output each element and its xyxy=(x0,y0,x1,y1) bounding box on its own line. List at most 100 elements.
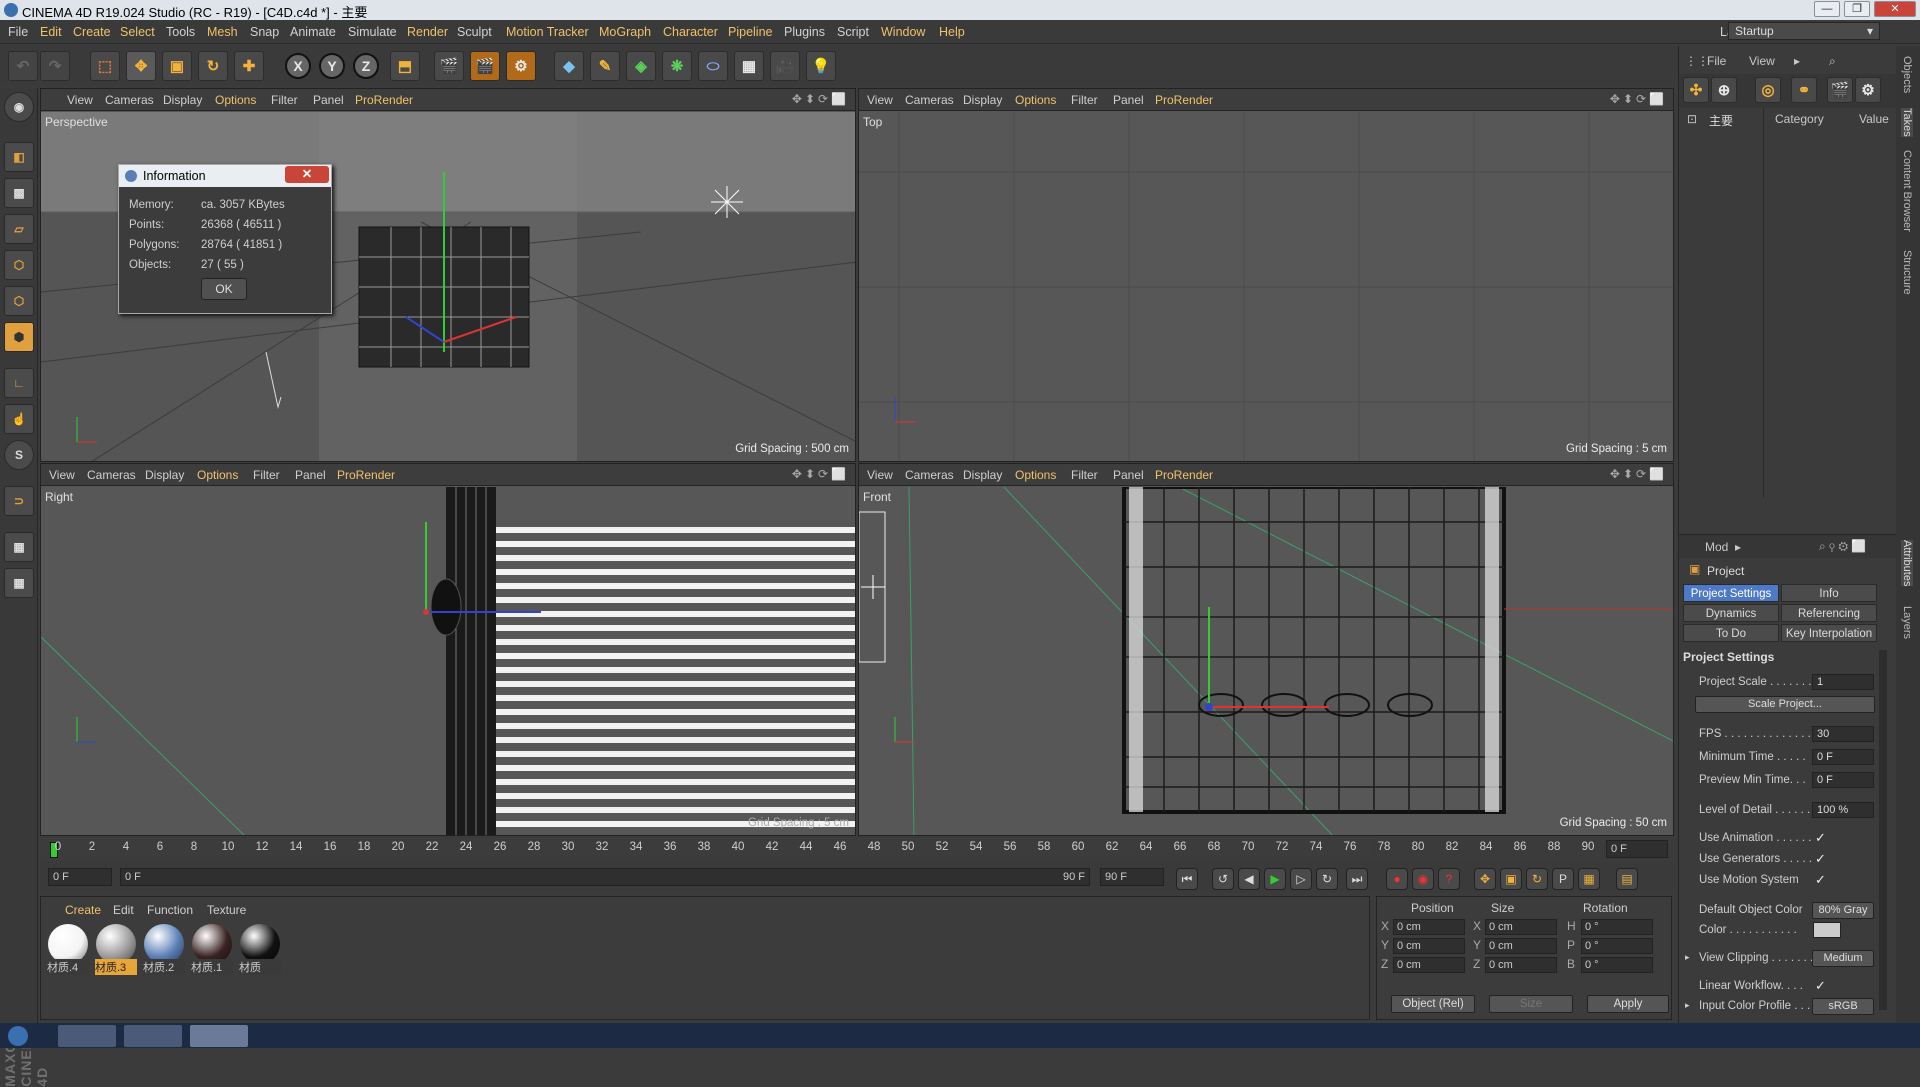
ok-button[interactable]: OK xyxy=(201,278,247,300)
live-selection-icon[interactable]: ⬚ xyxy=(90,51,120,81)
menu-select[interactable]: Select xyxy=(120,25,155,39)
viewport-nav-icons[interactable]: ✥⬍⟳⬜ xyxy=(1610,467,1667,481)
search-icon[interactable]: ⌕ xyxy=(1829,54,1836,69)
camera-icon[interactable]: 🎥 xyxy=(770,51,800,81)
autokey-icon[interactable]: ◉ xyxy=(1412,868,1434,890)
vp-menu-cameras[interactable]: Cameras xyxy=(87,468,136,482)
cube-icon[interactable]: ◆ xyxy=(554,51,584,81)
arrow-right-icon[interactable]: ▸ xyxy=(1735,540,1741,554)
end-frame-field[interactable]: 90 F xyxy=(1100,868,1164,886)
vp-menu-panel[interactable]: Panel xyxy=(1113,93,1144,107)
range-slider[interactable]: 0 F 90 F xyxy=(120,868,1090,886)
pen-spline-icon[interactable]: ✎ xyxy=(590,51,620,81)
tab-project-settings[interactable]: Project Settings xyxy=(1683,584,1779,602)
tab-info[interactable]: Info xyxy=(1781,584,1877,602)
menu-plugins[interactable]: Plugins xyxy=(784,25,825,39)
attributes-mode-menu[interactable]: Mod xyxy=(1705,540,1728,554)
taskbar-app[interactable] xyxy=(58,1025,116,1047)
render-picture-viewer-icon[interactable]: 🎬 xyxy=(470,51,500,81)
vp-menu-panel[interactable]: Panel xyxy=(295,468,326,482)
edges-mode-icon[interactable]: ⬡ xyxy=(4,286,34,316)
undo-icon[interactable]: ↶ xyxy=(8,51,38,81)
texture-mode-icon[interactable]: ▩ xyxy=(4,178,34,208)
material-swatch[interactable]: 材质.2 xyxy=(141,923,185,975)
use-generators-checkbox[interactable]: ✓ xyxy=(1815,851,1826,867)
menu-tools[interactable]: Tools xyxy=(166,25,195,39)
vp-menu-display[interactable]: Display xyxy=(163,93,202,107)
vp-menu-options[interactable]: Options xyxy=(215,93,256,107)
taskbar-app[interactable] xyxy=(124,1025,182,1047)
coordinate-system-icon[interactable]: ⬒ xyxy=(390,51,420,81)
tweak-mode-icon[interactable]: ☝ xyxy=(4,404,34,434)
fps-field[interactable]: 30 xyxy=(1812,726,1874,742)
vp-menu-prorender[interactable]: ProRender xyxy=(1155,93,1213,107)
viewport-nav-icons[interactable]: ✥⬍⟳⬜ xyxy=(792,92,849,106)
mat-menu-edit[interactable]: Edit xyxy=(113,903,134,917)
viewport-nav-icons[interactable]: ✥⬍⟳⬜ xyxy=(792,467,849,481)
rotation-field[interactable]: 0 ° xyxy=(1581,938,1653,954)
timeline-ruler[interactable]: 0 2 4 6 8 10 12 14 16 18 20 22 24 26 28 30 32 34 36 38 40 42 4… xyxy=(40,838,1668,860)
menu-window[interactable]: Window xyxy=(881,25,925,39)
size-field[interactable]: 0 cm xyxy=(1485,957,1557,973)
vp-menu-panel[interactable]: Panel xyxy=(313,93,344,107)
vp-menu-cameras[interactable]: Cameras xyxy=(905,468,954,482)
apply-button[interactable]: Apply xyxy=(1587,995,1669,1013)
menu-help[interactable]: Help xyxy=(939,25,965,39)
side-tab-structure[interactable]: Structure xyxy=(1901,250,1913,295)
key-parameter-icon[interactable]: P xyxy=(1552,868,1574,890)
vp-menu-options[interactable]: Options xyxy=(197,468,238,482)
tab-to-do[interactable]: To Do xyxy=(1683,624,1779,642)
expand-arrow-icon[interactable]: ▸ xyxy=(1685,952,1690,963)
next-frame-icon[interactable]: ▷ xyxy=(1290,868,1312,890)
menu-sculpt[interactable]: Sculpt xyxy=(457,25,492,39)
menu-motion-tracker[interactable]: Motion Tracker xyxy=(506,25,589,39)
menu-render[interactable]: Render xyxy=(407,25,448,39)
planar-workplane-icon[interactable]: ▦ xyxy=(4,568,34,598)
size-field[interactable]: 0 cm xyxy=(1485,919,1557,935)
menu-create[interactable]: Create xyxy=(73,25,111,39)
vp-menu-cameras[interactable]: Cameras xyxy=(905,93,954,107)
null-object-icon[interactable]: ✣ xyxy=(1683,77,1709,103)
menu-character[interactable]: Character xyxy=(663,25,718,39)
minimize-button[interactable]: — xyxy=(1814,1,1840,17)
vp-menu-filter[interactable]: Filter xyxy=(271,93,298,107)
workplane-icon[interactable]: ▱ xyxy=(4,214,34,244)
start-frame-field[interactable]: 0 F xyxy=(48,868,112,886)
vp-menu-options[interactable]: Options xyxy=(1015,468,1056,482)
vp-menu-view[interactable]: View xyxy=(49,468,75,482)
rotation-field[interactable]: 0 ° xyxy=(1581,919,1653,935)
lod-field[interactable]: 100 % xyxy=(1812,802,1874,818)
position-field[interactable]: 0 cm xyxy=(1393,919,1465,935)
scale-project-button[interactable]: Scale Project... xyxy=(1695,696,1875,713)
floor-icon[interactable]: ▦ xyxy=(734,51,764,81)
vp-menu-filter[interactable]: Filter xyxy=(1071,468,1098,482)
maximize-button[interactable]: ❐ xyxy=(1844,1,1870,17)
mat-menu-function[interactable]: Function xyxy=(147,903,193,917)
key-position-icon[interactable]: ✥ xyxy=(1474,868,1496,890)
size-mode-select[interactable]: Size xyxy=(1489,995,1573,1013)
settings-icon[interactable]: ⚙ xyxy=(1855,77,1881,103)
go-to-end-icon[interactable]: ⏭ xyxy=(1346,868,1368,890)
tab-dynamics[interactable]: Dynamics xyxy=(1683,604,1779,622)
cloner-icon[interactable]: ❋ xyxy=(662,51,692,81)
scale-tool-icon[interactable]: ▣ xyxy=(162,51,192,81)
min-time-field[interactable]: 0 F xyxy=(1812,749,1874,765)
material-swatch[interactable]: 材质 xyxy=(237,923,281,975)
tab-referencing[interactable]: Referencing xyxy=(1781,604,1877,622)
light-icon[interactable]: 💡 xyxy=(806,51,836,81)
tab-key-interpolation[interactable]: Key Interpolation xyxy=(1781,624,1877,642)
rotation-field[interactable]: 0 ° xyxy=(1581,957,1653,973)
mat-menu-create[interactable]: Create xyxy=(65,903,101,917)
magnet-icon[interactable]: ⊃ xyxy=(4,486,34,516)
link-icon[interactable]: ⚭ xyxy=(1791,77,1817,103)
z-axis-lock-icon[interactable]: Z xyxy=(353,53,379,79)
lock-workplane-icon[interactable]: ▦ xyxy=(4,532,34,562)
menu-animate[interactable]: Animate xyxy=(290,25,336,39)
color-swatch[interactable] xyxy=(1813,922,1841,938)
use-animation-checkbox[interactable]: ✓ xyxy=(1815,830,1826,846)
menu-script[interactable]: Script xyxy=(837,25,869,39)
menu-mesh[interactable]: Mesh xyxy=(207,25,238,39)
vp-menu-prorender[interactable]: ProRender xyxy=(355,93,413,107)
attr-nav-icons[interactable]: ⌕ ⚲ ⚙ ⬜ xyxy=(1819,539,1866,554)
menu-simulate[interactable]: Simulate xyxy=(348,25,397,39)
